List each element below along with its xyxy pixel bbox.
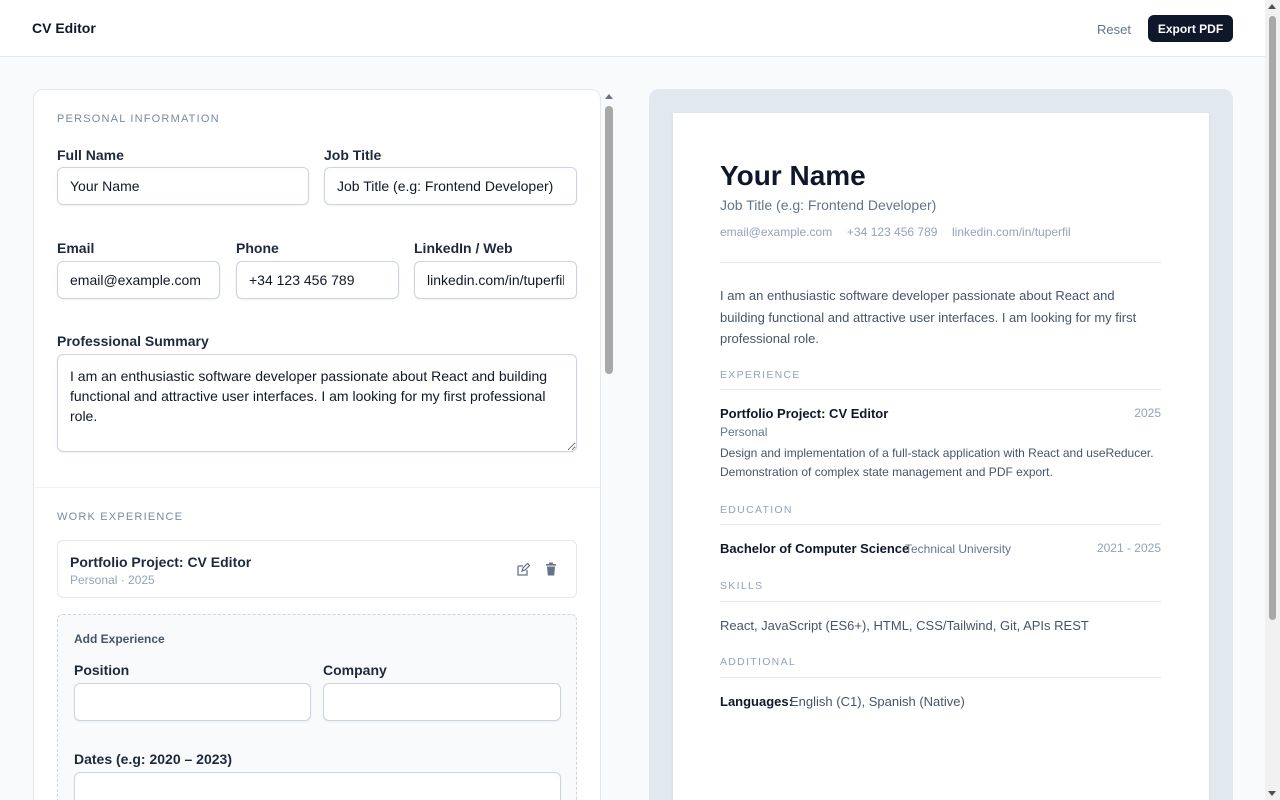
- preview-job-title: Job Title (e.g: Frontend Developer): [720, 197, 937, 213]
- experience-item-title: Portfolio Project: CV Editor: [70, 554, 252, 570]
- linkedin-label: LinkedIn / Web: [414, 240, 513, 256]
- full-name-label: Full Name: [57, 147, 124, 163]
- preview-divider: [720, 601, 1161, 602]
- preview-divider: [720, 389, 1161, 390]
- preview-name: Your Name: [720, 160, 866, 191]
- page-scrollbar[interactable]: [1265, 0, 1280, 800]
- trash-icon[interactable]: [542, 560, 560, 578]
- add-experience-form: Add Experience Position Company Dates (e…: [57, 614, 577, 800]
- preview-divider: [720, 262, 1161, 263]
- phone-label: Phone: [236, 240, 279, 256]
- editor-scrollbar-thumb[interactable]: [605, 106, 613, 374]
- editor-scroll-up-icon[interactable]: [605, 94, 613, 99]
- preview-divider: [720, 677, 1161, 678]
- app-title: CV Editor: [32, 20, 96, 36]
- editor-panel: PERSONAL INFORMATION Full Name Job Title…: [33, 89, 601, 800]
- preview-education-degree: Bachelor of Computer Science: [720, 541, 910, 556]
- email-label: Email: [57, 240, 95, 256]
- preview-experience-title: Portfolio Project: CV Editor: [720, 406, 889, 421]
- preview-education-heading: EDUCATION: [720, 504, 793, 516]
- job-title-label: Job Title: [324, 147, 382, 163]
- preview-email: email@example.com: [720, 225, 833, 239]
- add-experience-title: Add Experience: [74, 632, 165, 646]
- preview-education-dates: 2021 - 2025: [1096, 541, 1161, 555]
- cv-preview-page: Your Name Job Title (e.g: Frontend Devel…: [673, 113, 1209, 800]
- scroll-down-icon[interactable]: [1268, 791, 1276, 796]
- personal-info-heading: PERSONAL INFORMATION: [57, 113, 220, 125]
- linkedin-input[interactable]: [414, 261, 577, 299]
- top-bar: CV Editor Reset Export PDF: [0, 0, 1265, 57]
- position-input[interactable]: [74, 683, 311, 721]
- preview-summary: I am an enthusiastic software developer …: [720, 288, 1137, 346]
- preview-skills: React, JavaScript (ES6+), HTML, CSS/Tail…: [720, 618, 1089, 633]
- position-label: Position: [74, 662, 130, 678]
- dates-input[interactable]: [74, 772, 561, 800]
- work-experience-heading: WORK EXPERIENCE: [57, 511, 184, 523]
- experience-item: Portfolio Project: CV Editor Personal · …: [57, 540, 577, 598]
- preview-additional-heading: ADDITIONAL: [720, 656, 797, 668]
- company-input[interactable]: [323, 683, 561, 721]
- preview-phone: +34 123 456 789: [847, 225, 938, 239]
- edit-icon[interactable]: [514, 561, 532, 579]
- preview-experience-date: 2025: [1134, 406, 1161, 420]
- page-scrollbar-thumb[interactable]: [1269, 16, 1276, 620]
- summary-label: Professional Summary: [57, 333, 209, 349]
- preview-languages-label: Languages:: [720, 694, 793, 709]
- phone-input[interactable]: [236, 261, 399, 299]
- preview-experience-description: Design and implementation of a full-stac…: [720, 446, 1154, 479]
- dates-label: Dates (e.g: 2020 – 2023): [74, 751, 232, 767]
- preview-skills-heading: SKILLS: [720, 580, 764, 592]
- reset-button[interactable]: Reset: [1090, 18, 1138, 40]
- scroll-up-icon[interactable]: [1268, 4, 1276, 9]
- preview-languages-value: English (C1), Spanish (Native): [790, 694, 965, 709]
- experience-item-subtitle: Personal · 2025: [70, 573, 155, 587]
- full-name-input[interactable]: [57, 167, 309, 205]
- preview-experience-company: Personal: [720, 425, 768, 439]
- section-divider: [34, 487, 600, 488]
- editor-scrollbar[interactable]: [602, 92, 616, 800]
- preview-panel: Your Name Job Title (e.g: Frontend Devel…: [649, 89, 1233, 800]
- export-pdf-button[interactable]: Export PDF: [1148, 15, 1233, 42]
- preview-linkedin: linkedin.com/in/tuperfil: [952, 225, 1071, 239]
- email-input[interactable]: [57, 261, 220, 299]
- preview-divider: [720, 524, 1161, 525]
- preview-education-school: Technical University: [905, 542, 1012, 556]
- job-title-input[interactable]: [324, 167, 577, 205]
- company-label: Company: [323, 662, 387, 678]
- summary-textarea[interactable]: I am an enthusiastic software developer …: [57, 354, 577, 452]
- preview-experience-heading: EXPERIENCE: [720, 369, 801, 381]
